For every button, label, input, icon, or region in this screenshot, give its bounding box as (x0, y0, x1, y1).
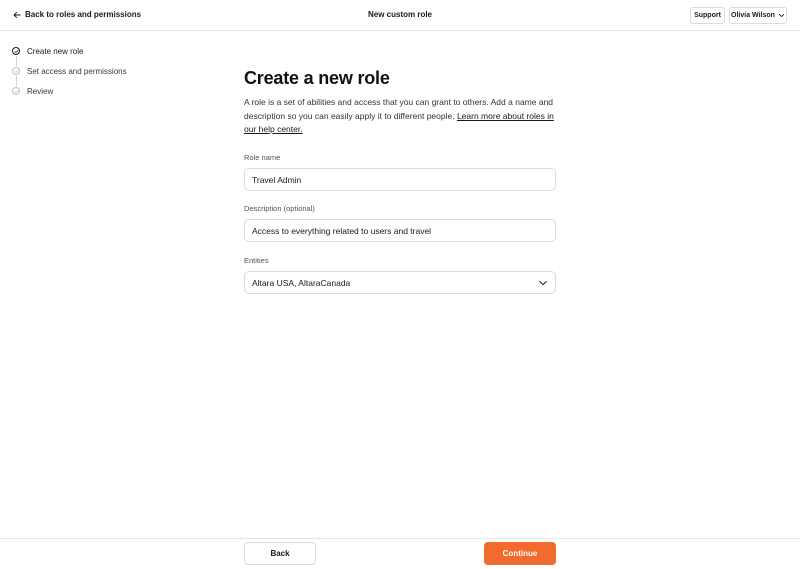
continue-button[interactable]: Continue (484, 542, 556, 565)
check-circle-icon (12, 87, 20, 95)
check-circle-icon (12, 67, 20, 75)
entities-field: Entities Altara USA, AltaraCanada (244, 256, 556, 294)
step-label: Set access and permissions (27, 66, 127, 76)
back-link-label: Back to roles and permissions (25, 10, 142, 19)
entities-value: Altara USA, AltaraCanada (252, 277, 351, 288)
chevron-down-icon (778, 14, 784, 17)
form-heading: Create a new role (244, 68, 390, 88)
role-name-label: Role name (244, 153, 281, 162)
step-create-new-role[interactable]: Create new role (12, 46, 127, 66)
user-name: Olivia Wilson (731, 12, 775, 19)
role-name-field: Role name (244, 153, 556, 191)
description-input[interactable] (244, 219, 556, 242)
progress-stepper: Create new role Set access and permissio… (12, 46, 127, 106)
step-label: Review (27, 86, 54, 96)
main-content: Create a new role A role is a set of abi… (244, 68, 556, 137)
description-field: Description (optional) (244, 204, 556, 242)
back-to-roles-link[interactable]: Back to roles and permissions (13, 10, 141, 19)
description-label: Description (optional) (244, 204, 315, 213)
check-circle-icon (12, 47, 20, 55)
back-button[interactable]: Back (244, 542, 316, 565)
step-connector (15, 76, 17, 86)
role-name-input[interactable] (244, 168, 556, 191)
entities-label: Entities (244, 256, 269, 265)
support-button[interactable]: Support (690, 7, 725, 24)
arrow-left-icon (13, 11, 21, 18)
chevron-down-icon (539, 280, 547, 285)
step-review[interactable]: Review (12, 86, 127, 96)
step-set-access[interactable]: Set access and permissions (12, 66, 127, 86)
footer-bar (0, 538, 800, 569)
intro-text: A role is a set of abilities and access … (244, 96, 556, 137)
top-bar: Back to roles and permissions New custom… (0, 0, 800, 31)
step-label: Create new role (27, 46, 84, 56)
step-connector (15, 56, 17, 66)
user-menu-button[interactable]: Olivia Wilson (729, 7, 787, 24)
entities-select[interactable]: Altara USA, AltaraCanada (244, 271, 556, 294)
